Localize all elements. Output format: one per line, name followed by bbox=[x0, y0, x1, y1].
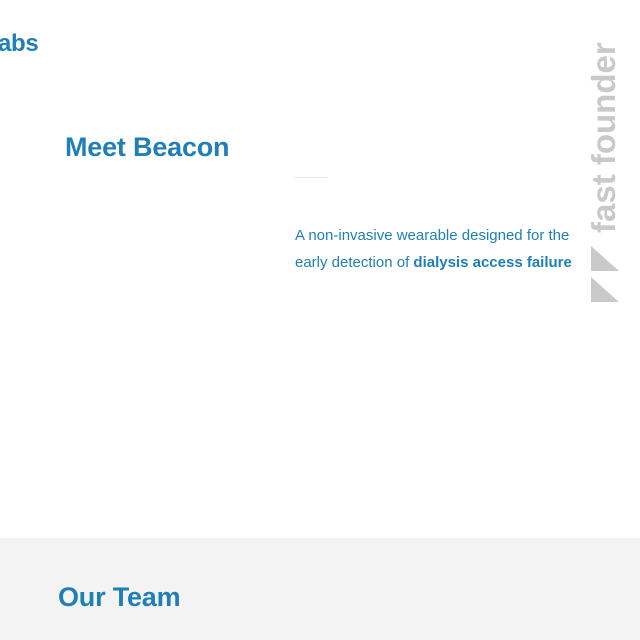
fast-founder-badge[interactable]: fast founder bbox=[585, 0, 640, 310]
team-title: Our Team bbox=[58, 582, 181, 612]
hero-description-highlight: dialysis access failure bbox=[413, 254, 572, 271]
hero-description: A non-invasive wearable designed for the… bbox=[295, 222, 595, 276]
play-triangles-icon bbox=[591, 246, 619, 302]
brand-logo-link[interactable]: abs bbox=[0, 30, 39, 58]
team-section: Our Team bbox=[0, 538, 640, 640]
fast-founder-label: fast founder bbox=[585, 42, 622, 233]
hero-divider bbox=[295, 177, 328, 178]
hero-title: Meet Beacon bbox=[65, 132, 230, 162]
